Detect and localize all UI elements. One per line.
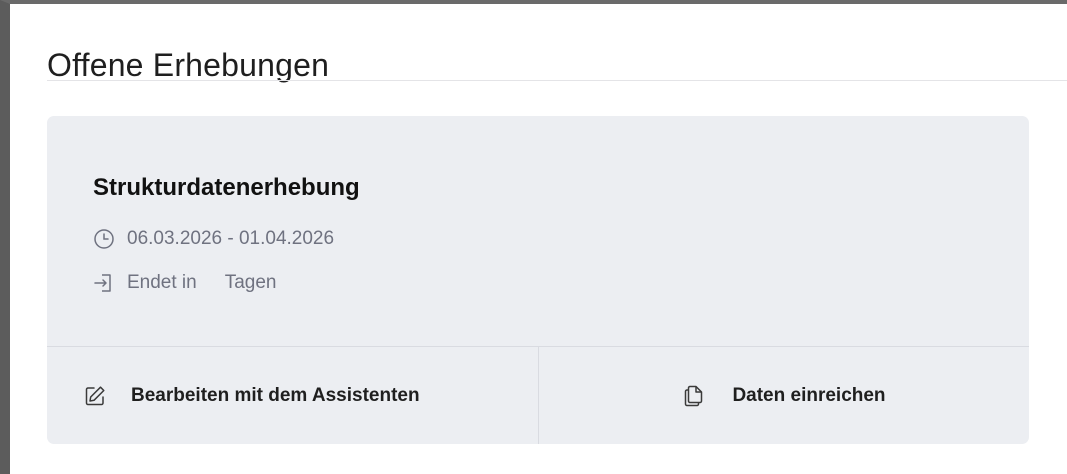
edit-with-assistant-button[interactable]: Bearbeiten mit dem Assistenten bbox=[47, 347, 539, 444]
submit-data-label: Daten einreichen bbox=[732, 385, 886, 406]
edit-with-assistant-label: Bearbeiten mit dem Assistenten bbox=[131, 385, 420, 406]
title-divider bbox=[47, 80, 1067, 81]
survey-remaining: Endet in Tagen bbox=[93, 272, 277, 294]
survey-remaining-prefix: Endet in bbox=[127, 272, 197, 293]
page-title: Offene Erhebungen bbox=[47, 47, 330, 84]
submit-data-button[interactable]: Daten einreichen bbox=[539, 347, 1029, 444]
copy-icon bbox=[682, 384, 706, 408]
survey-card: Strukturdatenerhebung 06.03.2026 - 01.04… bbox=[47, 116, 1029, 444]
card-actions: Bearbeiten mit dem Assistenten Daten ein… bbox=[47, 346, 1029, 444]
clock-icon bbox=[93, 228, 115, 250]
enter-icon bbox=[93, 272, 115, 294]
survey-period-text: 06.03.2026 - 01.04.2026 bbox=[127, 228, 335, 249]
page-frame: Offene Erhebungen Strukturdatenerhebung … bbox=[0, 0, 1067, 474]
survey-remaining-suffix: Tagen bbox=[224, 272, 277, 293]
edit-icon bbox=[83, 384, 107, 408]
survey-period: 06.03.2026 - 01.04.2026 bbox=[93, 228, 334, 250]
survey-title: Strukturdatenerhebung bbox=[93, 174, 360, 201]
